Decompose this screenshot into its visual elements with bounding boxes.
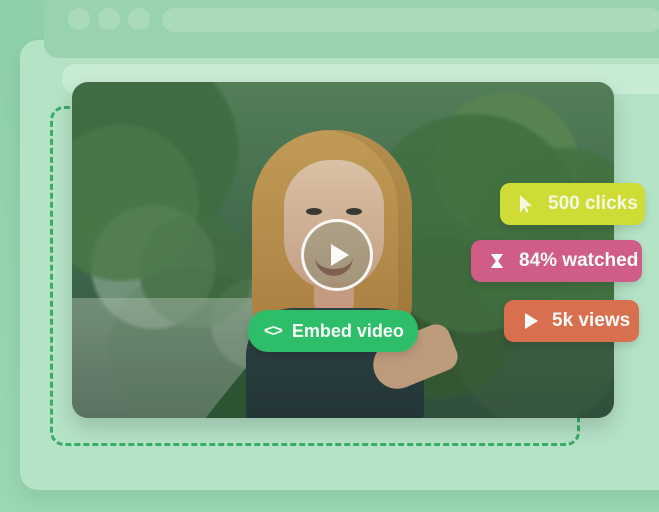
play-icon	[330, 244, 349, 266]
views-label: 5k views	[552, 310, 631, 331]
hourglass-icon	[487, 251, 507, 271]
window-control-dot	[128, 8, 150, 30]
window-control-dot	[98, 8, 120, 30]
address-bar	[162, 8, 659, 32]
window-control-dot	[68, 8, 90, 30]
watched-badge: 84% watched	[471, 240, 642, 282]
views-badge: 5k views	[504, 300, 639, 342]
play-icon	[520, 311, 540, 331]
video-play-button[interactable]	[301, 219, 373, 291]
embed-video-button[interactable]: <> Embed video	[248, 310, 418, 352]
clicks-badge: 500 clicks	[500, 183, 645, 225]
embed-video-label: Embed video	[291, 320, 404, 341]
watched-label: 84% watched	[519, 250, 639, 271]
clicks-label: 500 clicks	[548, 193, 638, 214]
cursor-icon	[516, 194, 536, 214]
marketing-scene: <> Embed video 500 clicks 84% watched 5k…	[0, 0, 659, 512]
code-icon: <>	[264, 321, 283, 340]
